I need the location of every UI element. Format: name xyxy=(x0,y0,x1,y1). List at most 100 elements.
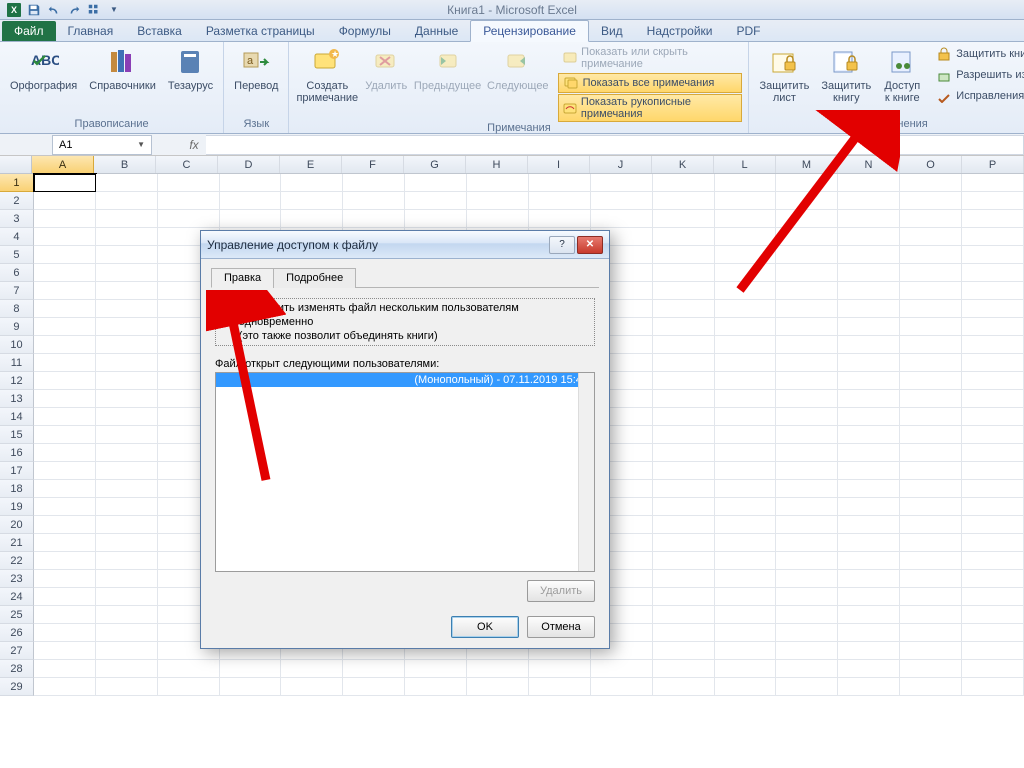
cell[interactable] xyxy=(715,336,777,354)
cell[interactable] xyxy=(838,300,900,318)
cell[interactable] xyxy=(715,246,777,264)
cell[interactable] xyxy=(715,408,777,426)
cell[interactable] xyxy=(34,570,96,588)
cell[interactable] xyxy=(715,354,777,372)
row-header[interactable]: 10 xyxy=(0,336,34,354)
research-button[interactable]: Справочники xyxy=(85,44,160,94)
cell[interactable] xyxy=(34,300,96,318)
cell[interactable] xyxy=(900,624,962,642)
cell[interactable] xyxy=(838,480,900,498)
cell[interactable] xyxy=(34,624,96,642)
cell[interactable] xyxy=(962,336,1024,354)
row-header[interactable]: 1 xyxy=(0,174,34,192)
cell[interactable] xyxy=(962,354,1024,372)
cell[interactable] xyxy=(838,516,900,534)
cell[interactable] xyxy=(281,192,343,210)
cell[interactable] xyxy=(900,318,962,336)
select-all-corner[interactable] xyxy=(0,156,32,173)
cell[interactable] xyxy=(715,534,777,552)
row-header[interactable]: 6 xyxy=(0,264,34,282)
cell[interactable] xyxy=(776,300,838,318)
column-header[interactable]: H xyxy=(466,156,528,173)
cell[interactable] xyxy=(838,444,900,462)
cell[interactable] xyxy=(34,210,96,228)
cell[interactable] xyxy=(34,480,96,498)
cell[interactable] xyxy=(96,300,158,318)
column-header[interactable]: O xyxy=(900,156,962,173)
cell[interactable] xyxy=(838,678,900,696)
cell[interactable] xyxy=(776,426,838,444)
cell[interactable] xyxy=(34,426,96,444)
cell[interactable] xyxy=(653,678,715,696)
cell[interactable] xyxy=(467,192,529,210)
excel-icon[interactable]: X xyxy=(4,1,24,19)
cell[interactable] xyxy=(962,462,1024,480)
cell[interactable] xyxy=(838,246,900,264)
cell[interactable] xyxy=(405,174,467,192)
row-header[interactable]: 7 xyxy=(0,282,34,300)
cell[interactable] xyxy=(653,354,715,372)
cell[interactable] xyxy=(653,282,715,300)
formula-input[interactable] xyxy=(206,135,1024,155)
cell[interactable] xyxy=(96,462,158,480)
cell[interactable] xyxy=(96,264,158,282)
cell[interactable] xyxy=(653,444,715,462)
cell[interactable] xyxy=(776,570,838,588)
row-header[interactable]: 12 xyxy=(0,372,34,390)
cell[interactable] xyxy=(962,444,1024,462)
cell[interactable] xyxy=(653,606,715,624)
cell[interactable] xyxy=(158,192,220,210)
cell[interactable] xyxy=(715,210,777,228)
cell[interactable] xyxy=(34,588,96,606)
cell[interactable] xyxy=(962,246,1024,264)
row-header[interactable]: 14 xyxy=(0,408,34,426)
row-header[interactable]: 4 xyxy=(0,228,34,246)
cell[interactable] xyxy=(220,192,282,210)
cell[interactable] xyxy=(776,498,838,516)
track-changes-button[interactable]: Исправления▼ xyxy=(931,86,1024,106)
cell[interactable] xyxy=(96,588,158,606)
translate-button[interactable]: a Перевод xyxy=(230,44,282,94)
cell[interactable] xyxy=(900,264,962,282)
cell[interactable] xyxy=(900,426,962,444)
cell[interactable] xyxy=(96,426,158,444)
cell[interactable] xyxy=(467,210,529,228)
cell[interactable] xyxy=(653,426,715,444)
cell[interactable] xyxy=(96,660,158,678)
row-header[interactable]: 23 xyxy=(0,570,34,588)
cell[interactable] xyxy=(343,678,405,696)
column-header[interactable]: C xyxy=(156,156,218,173)
cell[interactable] xyxy=(220,678,282,696)
cell[interactable] xyxy=(838,228,900,246)
cell[interactable] xyxy=(34,390,96,408)
column-header[interactable]: L xyxy=(714,156,776,173)
cell[interactable] xyxy=(34,660,96,678)
cell[interactable] xyxy=(281,210,343,228)
cell[interactable] xyxy=(96,606,158,624)
cell[interactable] xyxy=(715,192,777,210)
cell[interactable] xyxy=(900,300,962,318)
cell[interactable] xyxy=(776,174,838,192)
list-item[interactable]: (Монопольный) - 07.11.2019 15:40 xyxy=(216,373,594,387)
cell[interactable] xyxy=(343,210,405,228)
cell[interactable] xyxy=(34,462,96,480)
cell[interactable] xyxy=(653,462,715,480)
cell[interactable] xyxy=(405,660,467,678)
row-header[interactable]: 8 xyxy=(0,300,34,318)
column-header[interactable]: A xyxy=(32,156,94,173)
tab-review[interactable]: Рецензирование xyxy=(470,20,589,42)
thesaurus-button[interactable]: Тезаурус xyxy=(164,44,217,94)
allow-multi-users-checkbox-row[interactable]: ✔ Разрешить изменять файл нескольким пол… xyxy=(215,298,595,346)
cell[interactable] xyxy=(591,678,653,696)
cell[interactable] xyxy=(653,300,715,318)
row-header[interactable]: 3 xyxy=(0,210,34,228)
cell[interactable] xyxy=(653,372,715,390)
tab-addins[interactable]: Надстройки xyxy=(635,21,725,41)
cell[interactable] xyxy=(529,174,591,192)
cell[interactable] xyxy=(962,660,1024,678)
cell[interactable] xyxy=(591,660,653,678)
cell[interactable] xyxy=(776,318,838,336)
cell[interactable] xyxy=(34,552,96,570)
cell[interactable] xyxy=(776,282,838,300)
cell[interactable] xyxy=(715,624,777,642)
